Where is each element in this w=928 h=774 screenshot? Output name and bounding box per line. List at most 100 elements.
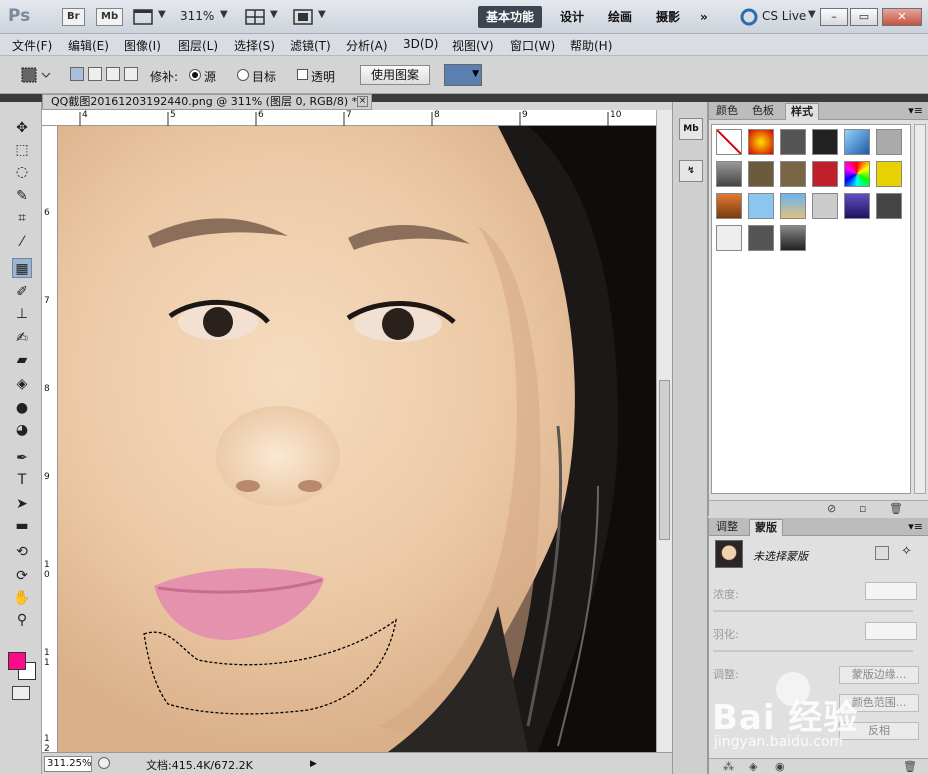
delete-style-icon[interactable]: 🗑: [889, 502, 903, 515]
style-swatch[interactable]: [748, 161, 774, 187]
history-panel-icon[interactable]: ↯: [679, 160, 703, 182]
menu-image[interactable]: 图像(I): [124, 37, 161, 54]
style-swatch[interactable]: [876, 129, 902, 155]
chevron-down-icon[interactable]: ▼: [318, 9, 326, 20]
chevron-down-icon[interactable]: ▼: [808, 9, 816, 20]
style-swatch[interactable]: [812, 161, 838, 187]
crop-tool-icon[interactable]: ⌗: [12, 208, 32, 228]
style-swatch[interactable]: [812, 193, 838, 219]
tab-adjustments[interactable]: 调整: [711, 519, 743, 536]
style-swatch[interactable]: [780, 193, 806, 219]
style-swatch[interactable]: [780, 225, 806, 251]
style-swatch[interactable]: [748, 193, 774, 219]
zoom-level-select[interactable]: 311%: [180, 9, 214, 23]
bridge-button[interactable]: Br: [62, 8, 85, 26]
style-swatch[interactable]: [716, 161, 742, 187]
style-swatch[interactable]: [844, 129, 870, 155]
workspace-photography[interactable]: 摄影: [648, 6, 688, 28]
subtract-selection-icon[interactable]: [106, 67, 120, 81]
view-extras-icon[interactable]: [132, 7, 154, 27]
transparent-checkbox[interactable]: [297, 69, 308, 80]
style-swatch[interactable]: [716, 225, 742, 251]
chevron-right-icon[interactable]: ▶: [310, 759, 317, 769]
pattern-picker[interactable]: ▼: [444, 64, 482, 86]
chevron-down-icon[interactable]: ▼: [158, 9, 166, 20]
close-button[interactable]: ✕: [882, 8, 922, 26]
style-swatch[interactable]: [844, 161, 870, 187]
patch-tool-icon[interactable]: ▦: [12, 258, 32, 278]
document-canvas[interactable]: [58, 126, 656, 752]
style-swatch[interactable]: [780, 129, 806, 155]
zoom-tool-icon[interactable]: ⚲: [12, 610, 32, 630]
paint-bucket-tool-icon[interactable]: ◈: [12, 374, 32, 394]
marquee-tool-icon[interactable]: ⬚: [12, 140, 32, 160]
3d-orbit-tool-icon[interactable]: ⟳: [12, 566, 32, 586]
panel-menu-icon[interactable]: ▾≡: [908, 520, 923, 533]
new-style-icon[interactable]: ▫: [859, 502, 866, 515]
menu-window[interactable]: 窗口(W): [510, 37, 555, 54]
menu-select[interactable]: 选择(S): [234, 37, 275, 54]
eraser-tool-icon[interactable]: ▰: [12, 350, 32, 370]
menu-file[interactable]: 文件(F): [12, 37, 52, 54]
menu-layer[interactable]: 图层(L): [178, 37, 218, 54]
new-selection-icon[interactable]: [70, 67, 84, 81]
patch-tool-preset-icon[interactable]: [18, 64, 52, 86]
density-slider[interactable]: [713, 610, 913, 612]
style-swatch[interactable]: [716, 193, 742, 219]
style-swatch[interactable]: [748, 225, 774, 251]
menu-filter[interactable]: 滤镜(T): [290, 37, 331, 54]
minimize-button[interactable]: –: [820, 8, 848, 26]
mini-bridge-button[interactable]: Mb: [96, 8, 124, 26]
blur-tool-icon[interactable]: ●: [12, 398, 32, 418]
dodge-tool-icon[interactable]: ◕: [12, 420, 32, 440]
workspace-design[interactable]: 设计: [552, 6, 592, 28]
shape-tool-icon[interactable]: ▬: [12, 516, 32, 536]
status-menu-icon[interactable]: [98, 757, 110, 769]
mini-bridge-panel-icon[interactable]: Mb: [679, 118, 703, 140]
quick-selection-tool-icon[interactable]: ✎: [12, 186, 32, 206]
vector-mask-icon[interactable]: ✧: [901, 544, 912, 559]
maximize-button[interactable]: ▭: [850, 8, 878, 26]
path-selection-tool-icon[interactable]: ➤: [12, 494, 32, 514]
arrange-documents-icon[interactable]: [244, 7, 266, 27]
tab-swatches[interactable]: 色板: [747, 103, 779, 120]
pen-tool-icon[interactable]: ✒: [12, 448, 32, 468]
style-swatch[interactable]: [748, 129, 774, 155]
workspace-painting[interactable]: 绘画: [600, 6, 640, 28]
chevron-down-icon[interactable]: ▼: [220, 9, 228, 20]
style-swatch[interactable]: [876, 161, 902, 187]
move-tool-icon[interactable]: ✥: [12, 118, 32, 138]
style-swatch[interactable]: [812, 129, 838, 155]
add-selection-icon[interactable]: [88, 67, 102, 81]
intersect-selection-icon[interactable]: [124, 67, 138, 81]
target-radio[interactable]: [237, 69, 249, 81]
quick-mask-icon[interactable]: [12, 686, 30, 700]
panel-menu-icon[interactable]: ▾≡: [908, 104, 923, 117]
history-brush-tool-icon[interactable]: ✍: [12, 328, 32, 348]
foreground-color-swatch[interactable]: [8, 652, 26, 670]
styles-scrollbar[interactable]: [914, 124, 926, 494]
3d-rotate-tool-icon[interactable]: ⟲: [12, 542, 32, 562]
brush-tool-icon[interactable]: ✐: [12, 282, 32, 302]
eyedropper-tool-icon[interactable]: ⁄: [12, 232, 32, 252]
scroll-thumb[interactable]: [659, 380, 670, 540]
menu-view[interactable]: 视图(V): [452, 37, 494, 54]
tab-masks[interactable]: 蒙版: [749, 519, 783, 536]
type-tool-icon[interactable]: T: [12, 470, 32, 490]
feather-field[interactable]: [865, 622, 917, 640]
tab-styles[interactable]: 样式: [785, 103, 819, 120]
use-pattern-button[interactable]: 使用图案: [360, 65, 431, 85]
feather-slider[interactable]: [713, 650, 913, 652]
tab-color[interactable]: 颜色: [711, 103, 743, 120]
close-tab-icon[interactable]: ×: [357, 96, 368, 107]
screen-mode-icon[interactable]: [292, 7, 314, 27]
density-field[interactable]: [865, 582, 917, 600]
hand-tool-icon[interactable]: ✋: [12, 588, 32, 608]
cs-live-button[interactable]: CS Live: [762, 9, 806, 23]
clear-style-icon[interactable]: ⊘: [827, 502, 836, 515]
menu-3d[interactable]: 3D(D): [403, 37, 438, 51]
workspace-essentials[interactable]: 基本功能: [478, 6, 543, 28]
document-tab[interactable]: QQ截图20161203192440.png @ 311% (图层 0, RGB…: [42, 94, 372, 110]
chevron-down-icon[interactable]: ▼: [270, 9, 278, 20]
style-swatch[interactable]: [780, 161, 806, 187]
